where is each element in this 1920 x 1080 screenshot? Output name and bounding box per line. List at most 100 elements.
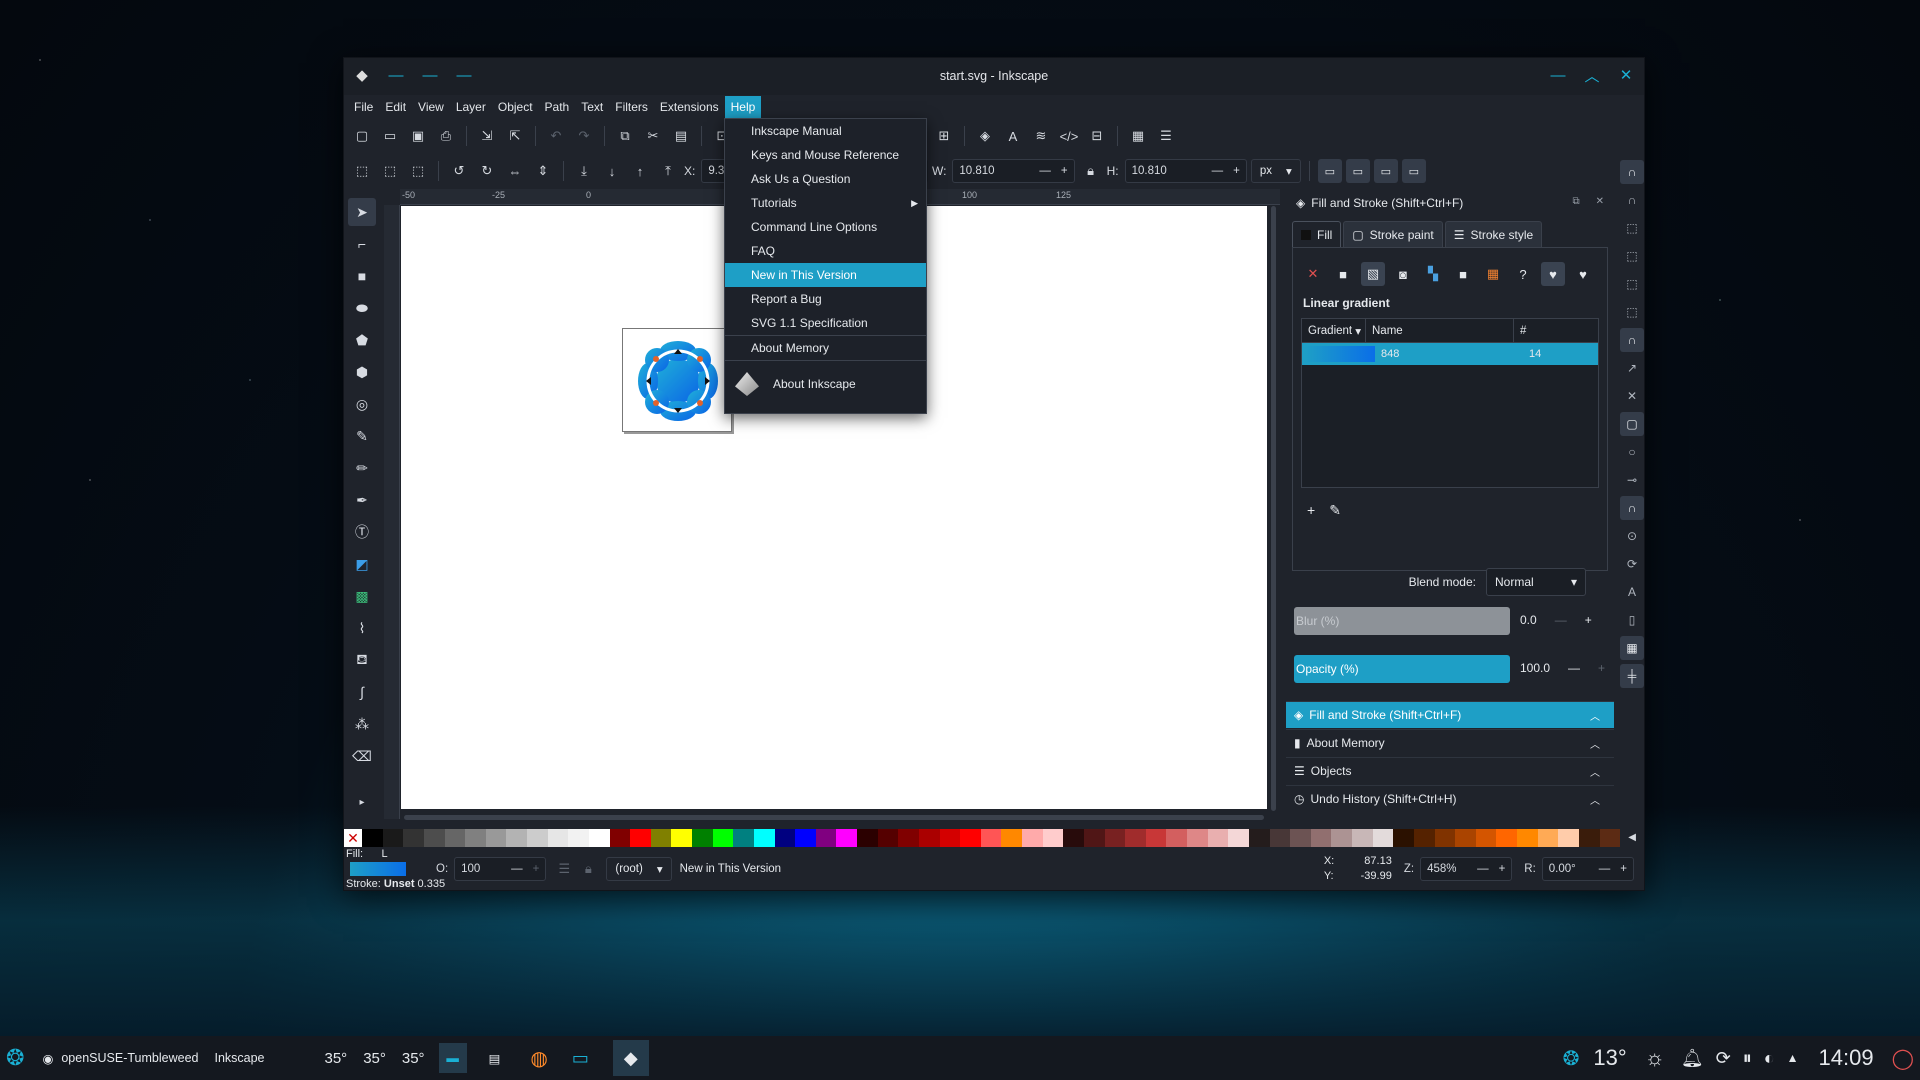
mesh-gradient-icon[interactable]: ▦ xyxy=(1481,262,1505,286)
menu-item-svg-spec[interactable]: SVG 1.1 Specification xyxy=(725,311,926,335)
palette-swatch[interactable] xyxy=(568,829,589,847)
raise-top-icon[interactable]: ⤒ xyxy=(656,159,680,183)
edit-gradient-icon[interactable]: ✎ xyxy=(1329,502,1341,519)
calligraphy-tool-icon[interactable]: ✒ xyxy=(348,486,376,514)
clock[interactable]: 14:09 xyxy=(1819,1045,1874,1071)
snap-path-icon[interactable]: ↗ xyxy=(1620,356,1644,380)
snap-smooth-icon[interactable]: ○ xyxy=(1620,440,1644,464)
menu-view[interactable]: View xyxy=(412,96,450,118)
menu-item-about-inkscape[interactable]: About Inkscape xyxy=(725,361,926,407)
palette-swatch[interactable] xyxy=(485,829,507,847)
palette-swatch[interactable] xyxy=(630,829,651,847)
spray-tool-icon[interactable]: ⁂ xyxy=(348,710,376,738)
palette-swatch[interactable] xyxy=(1537,829,1559,847)
palette-swatch[interactable] xyxy=(423,829,445,847)
minus-icon[interactable]: — xyxy=(511,863,523,875)
media-pause-icon[interactable]: ⏸ xyxy=(1743,1048,1752,1069)
col-count[interactable]: # xyxy=(1514,319,1544,342)
palette-swatch[interactable] xyxy=(1063,829,1084,847)
scale-stroke-icon[interactable]: ▭ xyxy=(1317,159,1342,183)
palette-swatch[interactable] xyxy=(1310,829,1332,847)
palette-none-swatch[interactable]: ✕ xyxy=(344,829,362,847)
snap-intersection-icon[interactable]: ✕ xyxy=(1620,384,1644,408)
rectangle-tool-icon[interactable]: ■ xyxy=(348,262,376,290)
flip-horizontal-icon[interactable]: ⇔ xyxy=(503,159,527,183)
paste-icon[interactable]: ▤ xyxy=(669,124,693,148)
show-desktop-icon[interactable]: ◯ xyxy=(1892,1046,1914,1071)
col-name[interactable]: Name xyxy=(1366,319,1514,342)
plus-icon[interactable]: + xyxy=(1499,863,1506,875)
import-icon[interactable]: ⇲ xyxy=(475,124,499,148)
xml-editor-icon[interactable]: </> xyxy=(1057,124,1081,148)
plus-icon[interactable]: + xyxy=(1061,165,1068,177)
menu-file[interactable]: File xyxy=(348,96,379,118)
ellipse-tool-icon[interactable]: ⬬ xyxy=(348,294,376,322)
snap-bbox-center-icon[interactable]: ⬚ xyxy=(1620,300,1644,324)
cpu-temp[interactable]: 35° xyxy=(325,1050,348,1067)
weather-widget[interactable]: 13° ☼ xyxy=(1593,1045,1664,1071)
palette-swatch[interactable] xyxy=(1166,829,1187,847)
minus-icon[interactable]: — xyxy=(1555,613,1567,627)
minus-icon[interactable]: — xyxy=(1039,165,1051,177)
gpu-temp[interactable]: 35° xyxy=(363,1050,386,1067)
paint-bucket-tool-icon[interactable]: ⛾ xyxy=(348,646,376,674)
palette-swatch[interactable] xyxy=(444,829,466,847)
fill-rule-evenodd-icon[interactable]: ♥ xyxy=(1541,262,1565,286)
zoom-input[interactable]: 458% — + xyxy=(1420,857,1513,881)
horizontal-scrollbar[interactable] xyxy=(404,815,1264,820)
palette-swatch[interactable] xyxy=(1393,829,1414,847)
tweak-tool-icon[interactable]: ∫ xyxy=(348,678,376,706)
lower-icon[interactable]: ↓ xyxy=(600,159,624,183)
snap-cusp-icon[interactable]: ▢ xyxy=(1620,412,1644,436)
menu-object[interactable]: Object xyxy=(492,96,539,118)
palette-swatch[interactable] xyxy=(1187,829,1208,847)
plus-icon[interactable]: + xyxy=(1233,165,1240,177)
palette-swatch[interactable] xyxy=(836,829,857,847)
palette-swatch[interactable] xyxy=(1413,829,1435,847)
rotation-input[interactable]: 0.00° — + xyxy=(1541,857,1634,881)
palette-swatch[interactable] xyxy=(1022,829,1043,847)
menu-item-new-in-this-version[interactable]: New in This Version xyxy=(725,263,926,287)
palette-swatch[interactable] xyxy=(1248,829,1270,847)
export-icon[interactable]: ⇱ xyxy=(503,124,527,148)
tab-stroke-paint[interactable]: ▢ Stroke paint xyxy=(1343,221,1443,247)
layers-icon[interactable]: ≋ xyxy=(1029,124,1053,148)
palette-swatch[interactable] xyxy=(1517,829,1538,847)
menu-item-tutorials[interactable]: Tutorials ▶ xyxy=(725,191,926,215)
palette-swatch[interactable] xyxy=(1125,829,1146,847)
cut-icon[interactable]: ✂ xyxy=(641,124,665,148)
palette-swatch[interactable] xyxy=(1599,829,1621,847)
close-panel-icon[interactable]: ✕ xyxy=(1596,196,1604,207)
layer-lock-icon[interactable]: 🔒︎ xyxy=(576,857,600,881)
palette-swatch[interactable] xyxy=(506,829,527,847)
pen-tool-icon[interactable]: ✎ xyxy=(348,422,376,450)
swatch-icon[interactable]: ■ xyxy=(1451,262,1475,286)
palette-swatch[interactable] xyxy=(753,829,775,847)
tab-stroke-style[interactable]: ☰ Stroke style xyxy=(1444,221,1543,247)
menu-item-inkscape-manual[interactable]: Inkscape Manual xyxy=(725,119,926,143)
snap-others-icon[interactable]: ∩ xyxy=(1620,496,1644,520)
disk-temp[interactable]: 35° xyxy=(402,1050,425,1067)
dock-undo-history[interactable]: ◷ Undo History (Shift+Ctrl+H) ︿ xyxy=(1286,785,1614,812)
palette-swatch[interactable] xyxy=(547,829,569,847)
palette-swatch[interactable] xyxy=(877,829,899,847)
palette-swatch[interactable] xyxy=(939,829,961,847)
menu-text[interactable]: Text xyxy=(575,96,609,118)
menu-edit[interactable]: Edit xyxy=(379,96,412,118)
menu-item-faq[interactable]: FAQ xyxy=(725,239,926,263)
rotate-ccw-icon[interactable]: ↺ xyxy=(447,159,471,183)
palette-swatch[interactable] xyxy=(650,829,672,847)
tray-notifications-icon[interactable]: ❂ xyxy=(1563,1046,1580,1071)
scale-corners-icon[interactable]: ▭ xyxy=(1345,159,1370,183)
text-tool-icon[interactable]: Ⓣ xyxy=(348,518,376,546)
palette-swatch[interactable] xyxy=(362,829,383,847)
h-input[interactable]: 10.810 — + xyxy=(1124,159,1247,183)
select-all-layers-icon[interactable]: ⬚ xyxy=(378,159,402,183)
3d-box-tool-icon[interactable]: ⬢ xyxy=(348,358,376,386)
zoom-page-icon[interactable]: ⊞ xyxy=(932,124,956,148)
update-icon[interactable]: ⟳ xyxy=(1716,1048,1731,1069)
new-document-icon[interactable]: ▢ xyxy=(350,124,374,148)
transform-patterns-icon[interactable]: ▭ xyxy=(1401,159,1426,183)
w-input[interactable]: 10.810 — + xyxy=(952,159,1075,183)
document-properties-icon[interactable]: ▦ xyxy=(1126,124,1150,148)
